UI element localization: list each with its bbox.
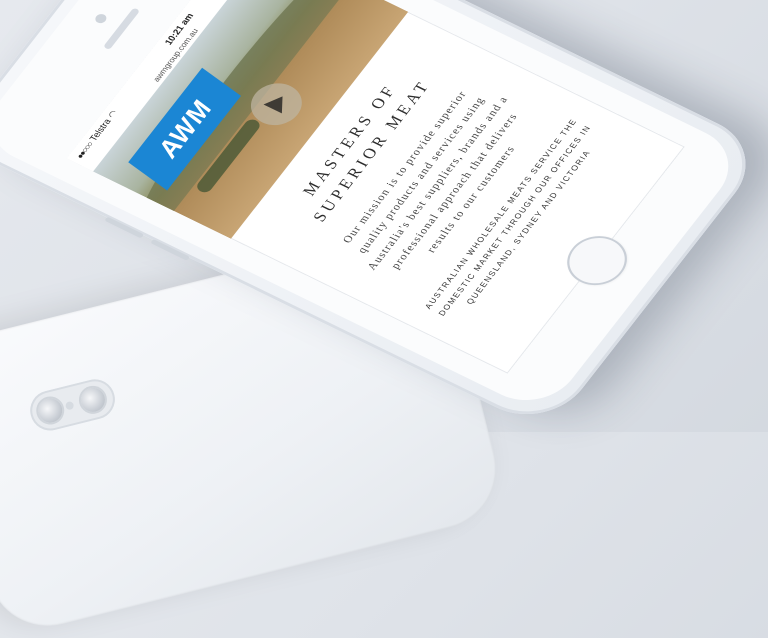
product-mockup-scene: ●●○○○ Telstra ◠ 10:21 am ▭ awmgroup.com.… xyxy=(0,0,768,638)
play-icon xyxy=(263,91,292,114)
camera-lens-icon xyxy=(78,385,108,415)
flash-icon xyxy=(64,400,75,411)
camera-lens-icon xyxy=(35,395,65,426)
camera-module xyxy=(25,375,120,435)
earpiece-speaker xyxy=(102,7,141,50)
wifi-icon: ◠ xyxy=(105,108,120,120)
volume-down-button xyxy=(150,238,191,261)
volume-up-button xyxy=(104,216,145,239)
front-camera-icon xyxy=(93,12,109,25)
